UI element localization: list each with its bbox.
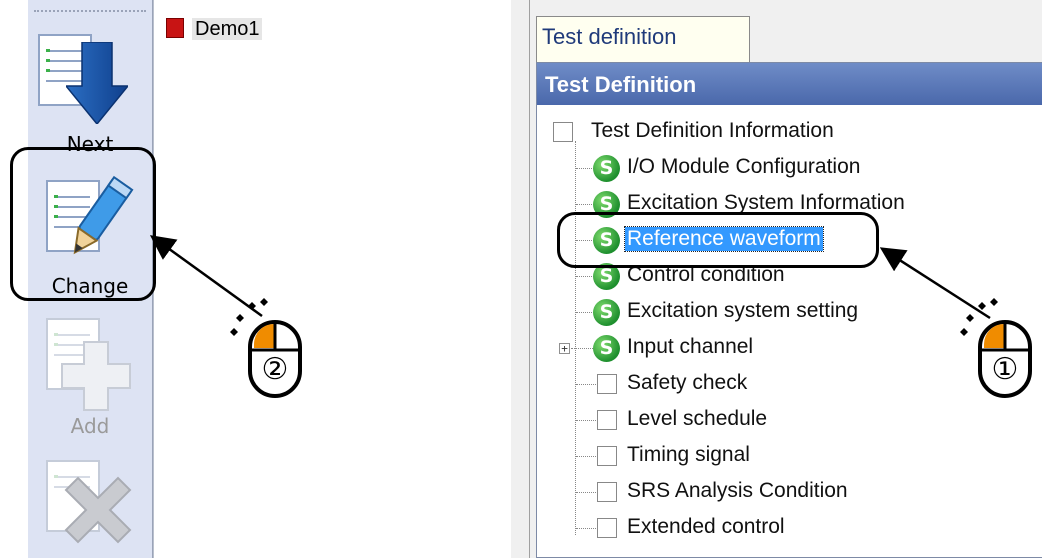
mouse-click-indicator-1: ① (956, 296, 1042, 400)
step-number-1: ① (991, 352, 1019, 387)
annotation-arrows (149, 235, 991, 320)
mouse-click-indicator-2: ② (226, 296, 326, 400)
step-number-2: ② (261, 352, 289, 387)
